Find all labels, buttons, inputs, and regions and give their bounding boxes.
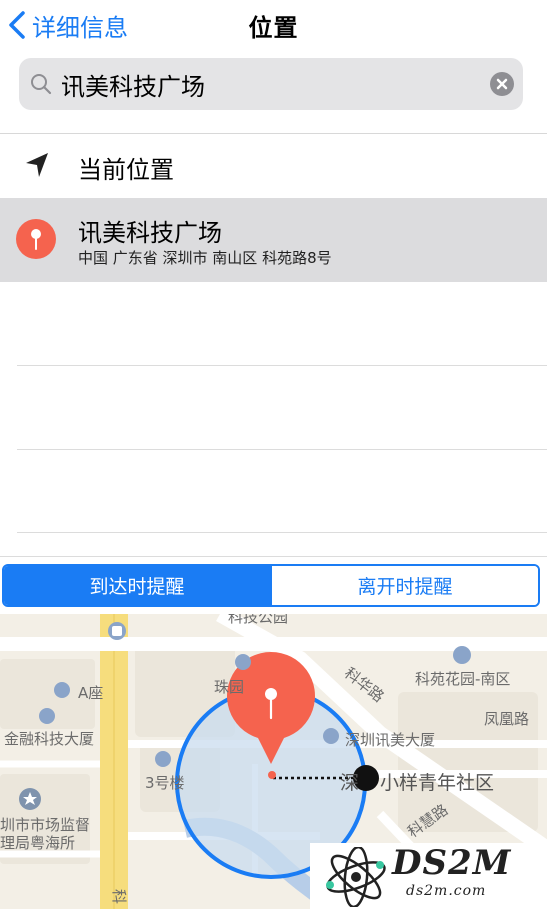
clear-search-button[interactable] [490, 72, 514, 96]
segment-leave[interactable]: 离开时提醒 [270, 566, 538, 605]
map-label-a-block: A座 [78, 684, 104, 702]
atom-logo-icon [326, 847, 386, 907]
map-label-market-bureau-2: 理局粤海所 [0, 834, 76, 852]
navigation-bar: 详细信息 位置 [0, 0, 547, 50]
reminder-segmented-control: 到达时提醒 离开时提醒 [2, 564, 540, 607]
location-title: 讯美科技广场 [78, 219, 222, 247]
empty-row-separator [17, 532, 547, 533]
empty-row-separator [17, 365, 547, 366]
map-label-ke-left: 科 [110, 888, 129, 905]
map-label-top: 科技公园 [228, 614, 289, 626]
current-location-label: 当前位置 [78, 156, 174, 184]
selected-location-row[interactable]: 讯美科技广场 中国 广东省 深圳市 南山区 科苑路8号 [0, 198, 547, 282]
map-pin-icon [31, 229, 41, 250]
map-label-zhuyuan: 珠园 [214, 678, 245, 696]
segment-arrive[interactable]: 到达时提醒 [4, 566, 270, 605]
page-title: 位置 [248, 14, 299, 42]
location-address: 中国 广东省 深圳市 南山区 科苑路8号 [78, 249, 332, 267]
search-bar [19, 58, 523, 110]
map-label-xunmei-building: 深圳讯美大厦 [345, 731, 436, 749]
watermark-url: ds2m.com [406, 883, 487, 899]
empty-row-separator [17, 449, 547, 450]
watermark-brand: DS2M [392, 843, 512, 883]
map-label-fengxie-road: 凤凰路 [484, 710, 530, 728]
map-label-building3: 3号楼 [145, 774, 185, 792]
map-label-xiaoyang: 小样青年社区 [380, 772, 495, 794]
map-label-shenzhen-partial: 深 [340, 772, 360, 794]
watermark: DS2M ds2m.com [310, 843, 547, 909]
search-icon [31, 74, 52, 95]
map-label-finance-tower: 金融科技大厦 [4, 730, 95, 748]
empty-row-separator [0, 556, 547, 557]
map-label-keyuan-garden: 科苑花园-南区 [415, 670, 511, 688]
search-input[interactable] [61, 70, 471, 98]
pin-badge [16, 219, 56, 259]
location-arrow-icon [26, 153, 48, 177]
clear-icon [496, 78, 508, 90]
current-location-row[interactable]: 当前位置 [0, 134, 547, 197]
